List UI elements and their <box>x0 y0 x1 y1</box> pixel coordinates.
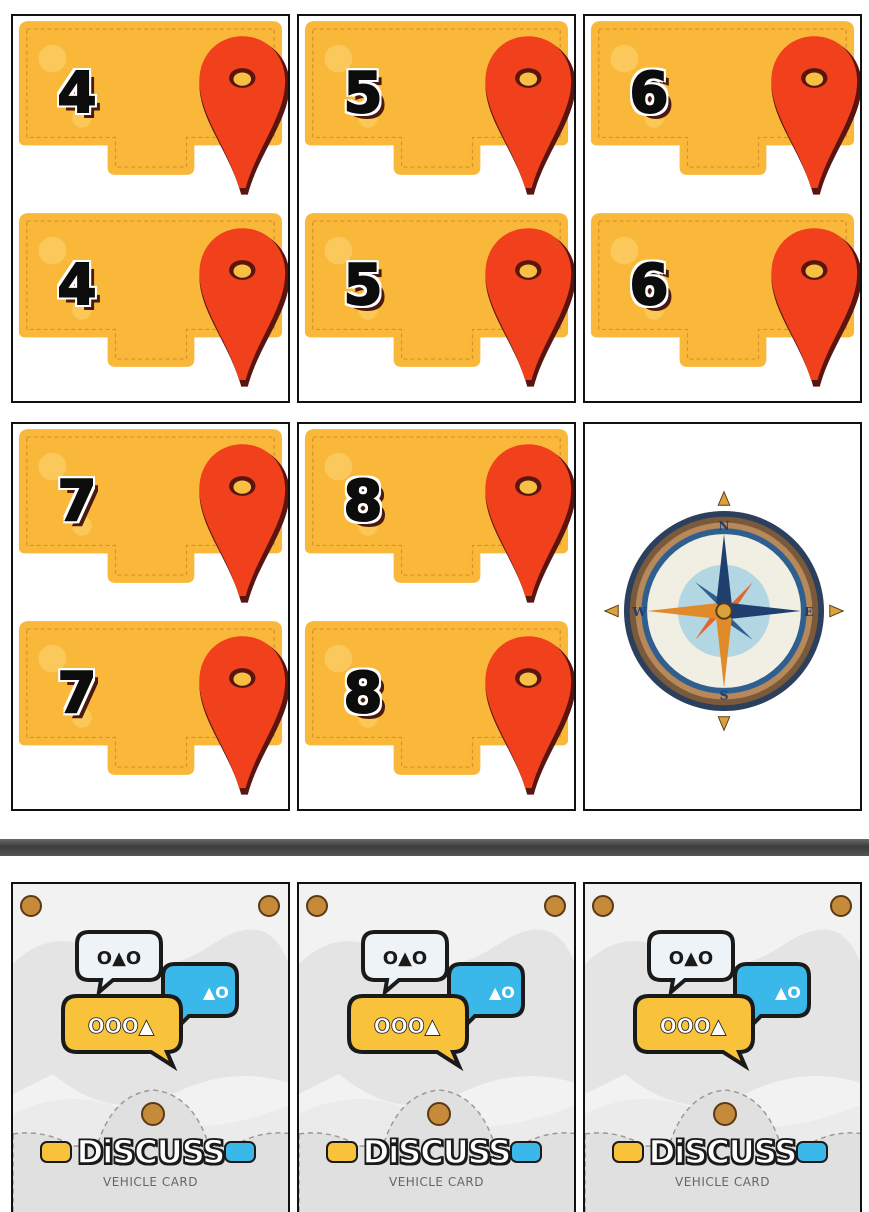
compass-letter-n: N <box>718 518 729 533</box>
location-card-7[interactable]: 7 7 7 7 <box>11 422 290 811</box>
compass-corner-icon <box>306 895 328 917</box>
location-card-5[interactable]: 5 5 5 5 <box>297 14 576 403</box>
discuss-subtitle-1: VEHICLE CARD <box>103 1175 198 1189</box>
location-number-left: 4 <box>57 253 98 319</box>
svg-text:O▲O: O▲O <box>669 948 713 969</box>
location-card-4[interactable]: 4 4 4 4 <box>11 14 290 403</box>
svg-text:OOO▲: OOO▲ <box>374 1014 441 1038</box>
location-tab-top: 4 4 <box>13 18 288 195</box>
location-tab-top: 6 6 <box>585 18 860 195</box>
location-card-8[interactable]: 8 8 8 8 <box>297 422 576 811</box>
location-number-left: 5 <box>343 61 384 127</box>
map-pin-icon <box>485 36 574 195</box>
compass-icon: N S W E <box>603 490 845 732</box>
map-pin-icon <box>199 636 288 795</box>
location-number-left: 7 <box>57 661 98 727</box>
location-number-left: 6 <box>629 253 670 319</box>
location-number-left: 8 <box>343 661 384 727</box>
location-tab-bottom: 8 8 <box>299 618 574 795</box>
compass-card[interactable]: N S W E <box>583 422 862 811</box>
discuss-title-2: DiSCUSS <box>362 1132 512 1172</box>
location-number-left: 6 <box>629 61 670 127</box>
location-tab-top: 8 8 <box>299 426 574 603</box>
discuss-title-3: DiSCUSS <box>648 1132 798 1172</box>
map-pin-icon <box>485 636 574 795</box>
location-number-left: 8 <box>343 469 384 535</box>
compass-letter-e: E <box>804 604 814 619</box>
location-tab-top: 7 7 <box>13 426 288 603</box>
map-pin-icon <box>771 228 860 387</box>
map-pin-icon <box>199 228 288 387</box>
svg-text:O▲O: O▲O <box>383 948 427 969</box>
discuss-title-1: DiSCUSS <box>76 1132 226 1172</box>
compass-corner-icon <box>258 895 280 917</box>
svg-text:▲O: ▲O <box>775 983 801 1002</box>
discuss-subtitle-3: VEHICLE CARD <box>675 1175 770 1189</box>
location-tab-bottom: 6 6 <box>585 210 860 387</box>
compass-corner-icon <box>544 895 566 917</box>
location-tab-bottom: 4 4 <box>13 210 288 387</box>
compass-corner-icon <box>20 895 42 917</box>
location-tab-top: 5 5 <box>299 18 574 195</box>
map-pin-icon <box>485 444 574 603</box>
location-tab-bottom: 5 5 <box>299 210 574 387</box>
page-divider <box>0 839 869 856</box>
location-tab-bottom: 7 7 <box>13 618 288 795</box>
svg-text:OOO▲: OOO▲ <box>88 1014 155 1038</box>
svg-text:▲O: ▲O <box>489 983 515 1002</box>
svg-text:O▲O: O▲O <box>97 948 141 969</box>
location-number-left: 4 <box>57 61 98 127</box>
map-pin-icon <box>771 36 860 195</box>
map-pin-icon <box>199 444 288 603</box>
svg-text:▲O: ▲O <box>203 983 229 1002</box>
svg-text:OOO▲: OOO▲ <box>660 1014 727 1038</box>
map-pin-icon <box>485 228 574 387</box>
map-pin-icon <box>199 36 288 195</box>
compass-corner-icon <box>592 895 614 917</box>
location-card-6[interactable]: 6 6 6 6 <box>583 14 862 403</box>
discuss-subtitle-2: VEHICLE CARD <box>389 1175 484 1189</box>
location-number-left: 5 <box>343 253 384 319</box>
compass-corner-icon <box>830 895 852 917</box>
compass-letter-s: S <box>719 687 728 702</box>
location-number-left: 7 <box>57 469 98 535</box>
compass-letter-w: W <box>631 604 647 619</box>
